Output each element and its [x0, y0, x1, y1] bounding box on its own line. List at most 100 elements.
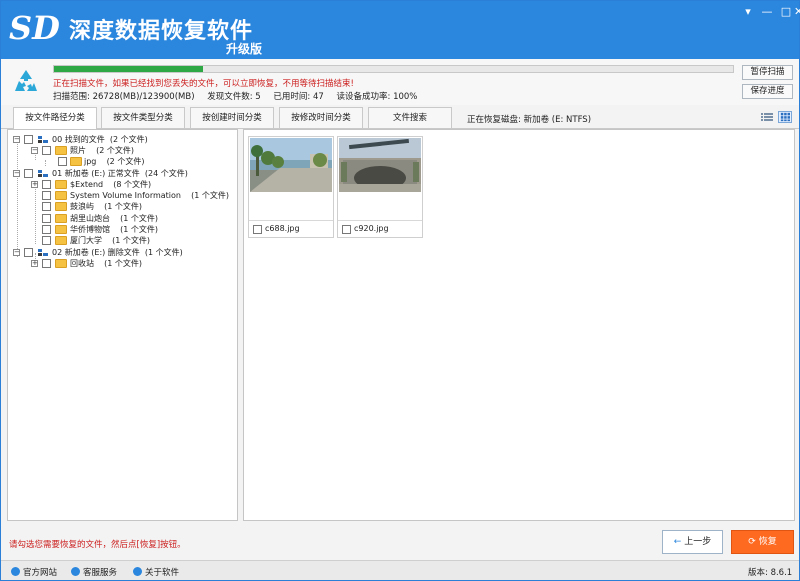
tree-node-label: 鼓浪屿 [70, 202, 94, 211]
tree-node-label: 厦门大学 [70, 236, 102, 245]
read-success-rate: 读设备成功率: 100% [336, 92, 418, 102]
about-label: 关于软件 [145, 568, 180, 578]
collapse-icon[interactable]: − [31, 147, 38, 154]
tree-checkbox[interactable] [42, 236, 51, 245]
tree-node-count: (1 个文件) [104, 259, 143, 268]
official-site-link[interactable]: 官方网站 [11, 566, 57, 578]
file-checkbox[interactable] [253, 225, 262, 234]
tree-node-xiamen-university[interactable]: 厦门大学 (1 个文件) [12, 235, 236, 246]
folder-icon [55, 225, 67, 234]
thumbnail-view-icon[interactable] [778, 111, 792, 123]
support-link[interactable]: 客服服务 [71, 566, 117, 578]
status-bar: 官方网站 客服服务 关于软件 版本: 8.6.1 [1, 560, 799, 580]
tree-node-found-files[interactable]: − 00 找到的文件 (2 个文件) [12, 134, 236, 145]
tree-checkbox[interactable] [58, 157, 67, 166]
folder-icon [55, 146, 67, 155]
tree-node-normal-files[interactable]: − 01 新加卷 (E:) 正常文件 (24 个文件) [12, 168, 236, 179]
tree-node-count: (1 个文件) [104, 202, 143, 211]
tree-checkbox[interactable] [42, 191, 51, 200]
tree-node-label: System Volume Information [70, 191, 181, 200]
recovering-disk-label: 正在恢复磁盘: 新加卷 (E: NTFS) [467, 115, 592, 125]
title-bar: SD 深度数据恢复软件 升级版 ▾ — □ ✕ [1, 1, 800, 59]
file-checkbox[interactable] [342, 225, 351, 234]
maximize-icon[interactable]: □ [777, 5, 795, 19]
tree-node-photos[interactable]: − 照片 (2 个文件) [12, 145, 236, 156]
files-found: 发现文件数: 5 [207, 92, 261, 102]
collapse-icon[interactable]: − [13, 136, 20, 143]
tree-checkbox[interactable] [42, 225, 51, 234]
version-label: 版本: 8.6.1 [748, 568, 793, 578]
expand-icon[interactable]: + [31, 181, 38, 188]
selection-hint: 请勾选您需要恢复的文件，然后点[恢复]按钮。 [9, 540, 186, 550]
svg-text:SD: SD [9, 9, 60, 47]
tree-node-label: jpg [84, 157, 97, 166]
tree-checkbox[interactable] [42, 202, 51, 211]
file-thumbnail-panel: c688.jpg c920.jpg [243, 129, 795, 521]
tree-node-label: 照片 [70, 146, 86, 155]
photo-thumbnail-image [250, 138, 332, 192]
scan-progress-fill [54, 66, 204, 72]
file-name: c920.jpg [354, 224, 389, 233]
category-tabs: 按文件路径分类 按文件类型分类 按创建时间分类 按修改时间分类 文件搜索 正在恢… [1, 105, 799, 130]
app-window: SD 深度数据恢复软件 升级版 ▾ — □ ✕ 正在扫描文件，如果已经找到您丢失… [0, 0, 800, 581]
file-name: c688.jpg [265, 224, 300, 233]
folder-icon [55, 202, 67, 211]
tree-checkbox[interactable] [42, 214, 51, 223]
recover-label: 恢复 [758, 537, 777, 547]
tree-node-count: (2 个文件) [109, 135, 148, 144]
tree-node-extend[interactable]: + $Extend (8 个文件) [12, 179, 236, 190]
tree-node-label: 华侨博物馆 [70, 225, 110, 234]
tree-node-deleted-files[interactable]: − 02 新加卷 (E:) 删除文件 (1 个文件) [12, 247, 236, 258]
refresh-icon: ⟳ [748, 537, 756, 547]
tree-checkbox[interactable] [42, 180, 51, 189]
save-progress-button[interactable]: 保存进度 [742, 84, 793, 99]
menu-icon[interactable]: ▾ [739, 5, 757, 19]
support-icon [71, 567, 80, 576]
scan-status-panel: 正在扫描文件，如果已经找到您丢失的文件，可以立即恢复，不用等待扫描结束! 扫描范… [1, 59, 799, 105]
scan-stats: 扫描范围: 26728(MB)/123900(MB) 发现文件数: 5 已用时间… [53, 90, 427, 102]
tree-node-recycle-bin[interactable]: + 回收站 (1 个文件) [12, 258, 236, 269]
recover-button[interactable]: ⟳ 恢复 [731, 530, 794, 554]
tree-node-label: 00 找到的文件 [52, 135, 105, 144]
tree-node-jpg[interactable]: jpg (2 个文件) [12, 156, 236, 167]
tree-node-hulishan[interactable]: 胡里山炮台 (1 个文件) [12, 213, 236, 224]
tab-by-path[interactable]: 按文件路径分类 [13, 107, 97, 130]
file-thumbnail[interactable]: c688.jpg [248, 136, 334, 238]
collapse-icon[interactable]: − [13, 170, 20, 177]
drive-icon [37, 248, 49, 257]
tab-by-created-time[interactable]: 按创建时间分类 [190, 107, 274, 128]
tree-node-count: (1 个文件) [144, 248, 183, 257]
tree-checkbox[interactable] [24, 135, 33, 144]
collapse-icon[interactable]: − [13, 249, 20, 256]
tree-checkbox[interactable] [42, 259, 51, 268]
tree-checkbox[interactable] [24, 248, 33, 257]
list-view-icon[interactable] [760, 111, 774, 123]
tree-node-label: 胡里山炮台 [70, 214, 110, 223]
scan-warning-text: 正在扫描文件，如果已经找到您丢失的文件，可以立即恢复，不用等待扫描结束! [53, 79, 354, 89]
pause-scan-button[interactable]: 暂停扫描 [742, 65, 793, 80]
arrow-left-icon: ← [673, 537, 682, 547]
close-icon[interactable]: ✕ [794, 5, 800, 19]
folder-icon [55, 180, 67, 189]
thumbnail-divider [249, 220, 333, 221]
about-link[interactable]: 关于软件 [133, 566, 179, 578]
tree-node-gulangyu[interactable]: 鼓浪屿 (1 个文件) [12, 201, 236, 212]
tree-node-system-volume-info[interactable]: System Volume Information (1 个文件) [12, 190, 236, 201]
folder-icon [55, 259, 67, 268]
expand-icon[interactable]: + [31, 260, 38, 267]
tree-checkbox[interactable] [24, 169, 33, 178]
tree-node-overseas-museum[interactable]: 华侨博物馆 (1 个文件) [12, 224, 236, 235]
file-thumbnail[interactable]: c920.jpg [337, 136, 423, 238]
scan-range: 扫描范围: 26728(MB)/123900(MB) [53, 92, 195, 102]
previous-step-button[interactable]: ← 上一步 [662, 530, 723, 554]
minimize-icon[interactable]: — [758, 5, 776, 19]
tab-by-type[interactable]: 按文件类型分类 [101, 107, 185, 128]
official-site-label: 官方网站 [23, 568, 58, 578]
tree-node-count: (1 个文件) [120, 214, 159, 223]
tab-file-search[interactable]: 文件搜索 [368, 107, 452, 128]
tab-by-modified-time[interactable]: 按修改时间分类 [279, 107, 363, 128]
tree-checkbox[interactable] [42, 146, 51, 155]
photo-thumbnail-image [339, 138, 421, 192]
drive-icon [37, 169, 49, 178]
tree-node-label: 01 新加卷 (E:) 正常文件 [52, 169, 140, 178]
